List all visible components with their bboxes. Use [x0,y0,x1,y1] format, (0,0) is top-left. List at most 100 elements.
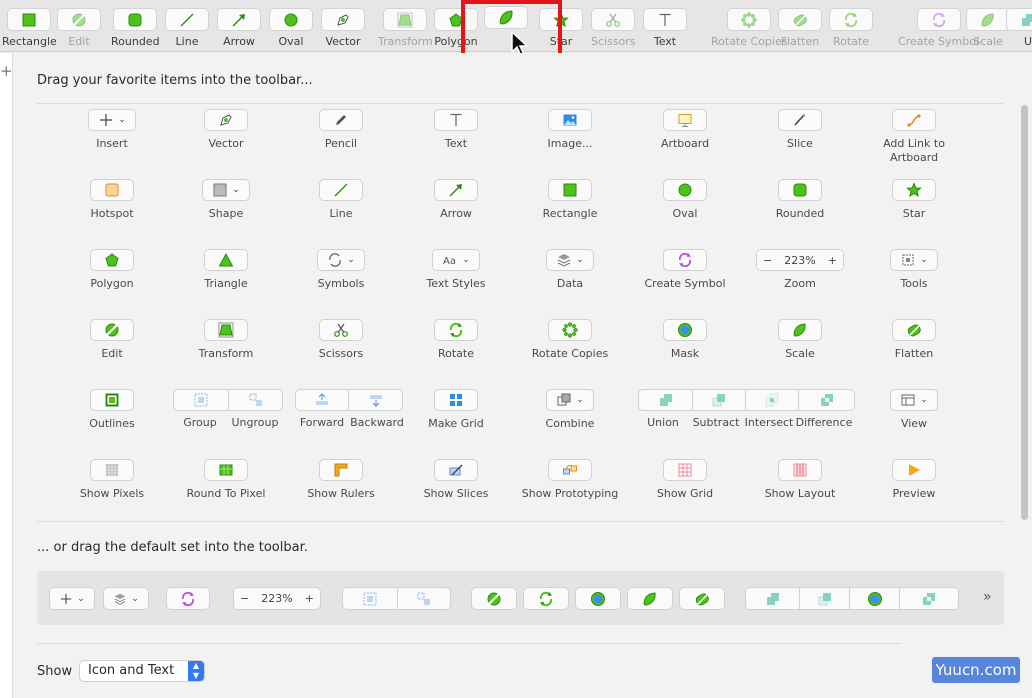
make-grid-icon[interactable] [434,389,478,411]
subtract-icon[interactable] [800,587,850,610]
mask-icon[interactable] [850,587,900,610]
toolbar-item[interactable]: Scissors [591,8,636,48]
rotate-copies-icon[interactable] [548,319,592,341]
segmented-group[interactable] [638,389,855,411]
rectangle-icon[interactable] [7,8,52,31]
arrow-icon[interactable] [434,179,478,201]
line-icon[interactable] [165,8,209,31]
segmented-group[interactable] [173,389,283,411]
rotate-icon[interactable] [434,319,478,341]
toolbar-item[interactable]: Arrow [217,8,261,48]
toolbar-option[interactable]: Create Symbol [630,249,740,291]
show-pixels-icon[interactable] [90,459,134,481]
toolbar-option[interactable]: Line [286,179,396,221]
vector-icon[interactable] [321,8,365,31]
line-icon[interactable] [319,179,363,201]
polygon-icon[interactable] [90,249,134,271]
default-zoom-control[interactable]: − 223% + [233,587,321,610]
toolbar-option[interactable]: Round To Pixel [171,459,281,501]
create-symbol-icon[interactable] [916,8,961,31]
transform-icon[interactable] [204,319,248,341]
toolbar-option[interactable]: Flatten [859,319,969,361]
default-insert-button[interactable]: ⌄ [49,587,95,610]
toolbar-option[interactable]: ⌄ Combine [515,389,625,431]
toolbar-option[interactable]: Preview [859,459,969,501]
forward-icon[interactable] [295,389,349,411]
zoom-control[interactable]: −223% + [756,249,844,271]
toolbar-option[interactable]: Add Link to Artboard [874,109,954,165]
toolbar-option[interactable]: Hotspot [57,179,167,221]
toolbar-option[interactable]: Artboard [630,109,740,151]
pencil-icon[interactable] [319,109,363,131]
toolbar-option[interactable]: Outlines [57,389,167,431]
rotate-icon[interactable] [523,587,569,610]
mask-icon[interactable] [575,587,621,610]
text-icon[interactable] [643,8,687,31]
symbols-icon[interactable]: ⌄ [317,249,365,271]
create-symbol-icon[interactable] [663,249,707,271]
vector-icon[interactable] [204,109,248,131]
mask-icon[interactable] [663,319,707,341]
toolbar-item[interactable]: Transform [378,8,433,48]
oval-icon[interactable] [663,179,707,201]
toolbar-option[interactable]: Make Grid [401,389,511,431]
toolbar-item[interactable]: U [1006,8,1032,48]
toolbar-option[interactable]: Show Prototyping [515,459,625,501]
data-icon[interactable]: ⌄ [546,249,594,271]
toolbar-option[interactable]: Show Rulers [286,459,396,501]
rotate-icon[interactable] [829,8,873,31]
default-boolean-ops[interactable] [745,587,959,610]
toolbar-option[interactable]: Rotate [401,319,511,361]
toolbar-option[interactable]: Show Slices [401,459,511,501]
prototyping-icon[interactable] [548,459,592,481]
shape-icon[interactable]: ⌄ [202,179,250,201]
toolbar-option[interactable]: Edit [57,319,167,361]
show-slices-icon[interactable] [434,459,478,481]
combine-icon[interactable]: ⌄ [546,389,594,411]
toolbar-option[interactable]: ⌄ View [859,389,969,431]
zoom-out-button[interactable]: − [763,254,772,267]
toolbar-item[interactable]: Vector [321,8,365,48]
toolbar-option[interactable]: Scissors [286,319,396,361]
toolbar-option[interactable]: Text [401,109,511,151]
scale-icon[interactable] [627,587,673,610]
toolbar-option[interactable]: Transform [171,319,281,361]
rulers-icon[interactable] [319,459,363,481]
toolbar-item[interactable]: Flatten [778,8,822,48]
toolbar-option[interactable]: ⌄ Text Styles [401,249,511,291]
toolbar-option[interactable]: Image... [515,109,625,151]
star-icon[interactable] [892,179,936,201]
segmented-group[interactable] [295,389,403,411]
show-grid-icon[interactable] [663,459,707,481]
edit-icon[interactable] [471,587,517,610]
rectangle-icon[interactable] [548,179,592,201]
toolbar-option[interactable]: ⌄ Data [515,249,625,291]
toolbar-option[interactable]: Slice [745,109,855,151]
hotspot-icon[interactable] [90,179,134,201]
toolbar-option[interactable]: ⌄ Shape [171,179,281,221]
toolbar-item[interactable]: Line [165,8,209,48]
default-group-ungroup[interactable] [342,587,451,610]
toolbar-item[interactable]: Text [643,8,687,48]
more-items-button[interactable]: » [983,589,992,605]
toolbar-option[interactable]: Pencil [286,109,396,151]
artboard-icon[interactable] [663,109,707,131]
scissors-icon[interactable] [591,8,636,31]
flatten-icon[interactable] [778,8,822,31]
transform-icon[interactable] [383,8,428,31]
round-pixel-icon[interactable] [204,459,248,481]
edit-icon[interactable] [90,319,134,341]
toolbar-option[interactable]: ⌄ Tools [859,249,969,291]
toolbar-item[interactable]: Rectangle [2,8,57,48]
toolbar-option[interactable]: Show Grid [630,459,740,501]
text-icon[interactable] [434,109,478,131]
toolbar-option[interactable]: −223% + Zoom [745,249,855,291]
backward-icon[interactable] [349,389,403,411]
scale-icon[interactable] [778,319,822,341]
toolbar-option[interactable]: Arrow [401,179,511,221]
group-icon[interactable] [173,389,229,411]
toolbar-option[interactable]: Rectangle [515,179,625,221]
toolbar-option[interactable]: Show Layout [745,459,855,501]
toolbar-option[interactable]: Vector [171,109,281,151]
toolbar-option[interactable]: Rounded [745,179,855,221]
